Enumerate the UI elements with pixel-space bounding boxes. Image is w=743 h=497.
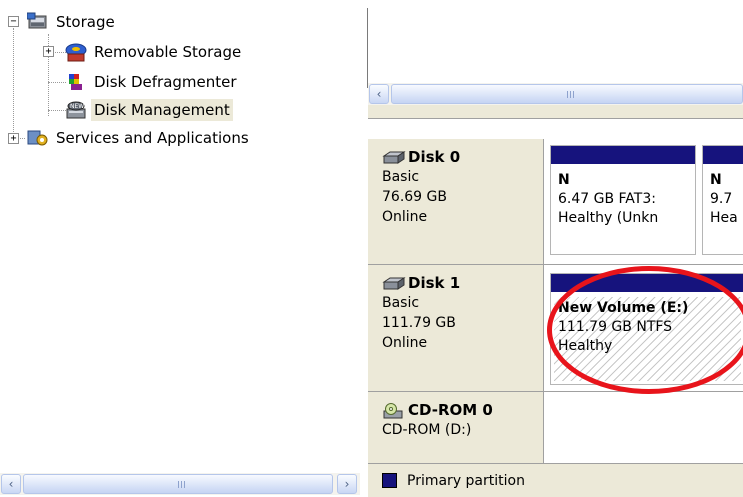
cdrom-info[interactable]: CD-ROM 0 CD-ROM (D:) bbox=[368, 392, 544, 464]
disk-row-1: Disk 1 Basic 111.79 GB Online New Volume… bbox=[368, 265, 743, 392]
services-and-applications-icon bbox=[27, 128, 49, 148]
scroll-right-button[interactable]: › bbox=[337, 474, 357, 494]
console-tree: − Storage + Removable Storage Disk Defra… bbox=[0, 0, 360, 497]
disk-status: Online bbox=[382, 209, 428, 225]
tree-node-label: Disk Defragmenter bbox=[94, 73, 237, 91]
partition-health: Healthy (Unkn bbox=[558, 210, 659, 226]
primary-partition-bar bbox=[703, 146, 743, 164]
hard-disk-icon bbox=[382, 150, 406, 164]
tree-connector bbox=[13, 28, 14, 138]
disk-management-icon: NEW bbox=[65, 100, 87, 120]
svg-text:NEW: NEW bbox=[70, 103, 84, 110]
partition-details: New Volume (E:) 111.79 GB NTFS Healthy bbox=[554, 297, 741, 381]
tree-node-disk-defragmenter[interactable]: Disk Defragmenter bbox=[65, 70, 240, 94]
cdrom-drive: CD-ROM (D:) bbox=[382, 422, 472, 438]
scrollbar-grip-icon bbox=[178, 481, 187, 488]
partition-title: N bbox=[558, 172, 570, 188]
disk-type: Basic bbox=[382, 169, 420, 185]
primary-partition-bar bbox=[551, 146, 695, 164]
disk-size: 76.69 GB bbox=[382, 189, 447, 205]
pane-splitter[interactable] bbox=[360, 0, 369, 497]
tree-connector bbox=[48, 82, 66, 83]
scroll-left-button[interactable]: ‹ bbox=[369, 84, 389, 104]
tree-node-label: Services and Applications bbox=[56, 129, 249, 147]
cd-rom-icon bbox=[382, 403, 406, 419]
legend-label: Primary partition bbox=[407, 472, 525, 489]
partition-title: N bbox=[710, 172, 722, 188]
volume-list bbox=[368, 0, 743, 83]
disk-defragmenter-icon bbox=[65, 72, 87, 92]
tree-node-disk-management[interactable]: NEW Disk Management bbox=[65, 98, 233, 122]
primary-partition-bar bbox=[551, 274, 743, 292]
hard-disk-icon bbox=[382, 276, 406, 290]
tree-node-label: Removable Storage bbox=[94, 43, 242, 61]
scroll-left-button[interactable]: ‹ bbox=[1, 474, 21, 494]
storage-icon bbox=[26, 12, 49, 32]
disk-type: Basic bbox=[382, 295, 420, 311]
scrollbar-thumb[interactable] bbox=[391, 84, 743, 104]
services-expand-toggle[interactable]: + bbox=[8, 133, 19, 144]
tree-node-label: Disk Management bbox=[91, 99, 233, 121]
disk-row-0: Disk 0 Basic 76.69 GB Online N 6.47 GB F… bbox=[368, 139, 743, 265]
volume-list-horizontal-scrollbar[interactable]: ‹ bbox=[368, 83, 743, 105]
tree-node-storage[interactable]: Storage bbox=[26, 10, 118, 34]
scrollbar-thumb[interactable] bbox=[23, 474, 333, 494]
disk-size: 111.79 GB bbox=[382, 315, 456, 331]
tree-connector bbox=[48, 110, 66, 111]
partition-block[interactable]: N 6.47 GB FAT3: Healthy (Unkn bbox=[550, 145, 696, 255]
disk-name-text: Disk 0 bbox=[408, 148, 461, 166]
cdrom-row: CD-ROM 0 CD-ROM (D:) bbox=[368, 392, 743, 464]
tree-node-label: Storage bbox=[56, 13, 115, 31]
storage-collapse-toggle[interactable]: − bbox=[8, 16, 19, 27]
cdrom-name: CD-ROM 0 bbox=[382, 400, 543, 420]
scrollbar-grip-icon bbox=[567, 91, 576, 98]
removable-storage-expand-toggle[interactable]: + bbox=[43, 46, 54, 57]
partition-health: Hea bbox=[710, 210, 738, 226]
disk-map: Disk 0 Basic 76.69 GB Online N 6.47 GB F… bbox=[368, 118, 743, 497]
partition-block[interactable]: N 9.7 Hea bbox=[702, 145, 743, 255]
legend: Primary partition bbox=[368, 463, 743, 497]
partition-details: N 6.47 GB FAT3: Healthy (Unkn bbox=[554, 169, 692, 251]
disk-name-text: Disk 1 bbox=[408, 274, 461, 292]
tree-node-services-and-applications[interactable]: Services and Applications bbox=[27, 126, 252, 150]
cdrom-name-text: CD-ROM 0 bbox=[408, 401, 493, 419]
disk-name: Disk 1 bbox=[382, 273, 543, 293]
disk-name: Disk 0 bbox=[382, 147, 543, 167]
disk-status: Online bbox=[382, 335, 428, 351]
disk-info-0[interactable]: Disk 0 Basic 76.69 GB Online bbox=[368, 139, 544, 264]
disk-management-pane: ‹ Disk 0 Basic 76.69 GB Online N 6.47 GB… bbox=[368, 0, 743, 497]
disk-info-1[interactable]: Disk 1 Basic 111.79 GB Online bbox=[368, 265, 544, 391]
partition-details: N 9.7 Hea bbox=[706, 169, 743, 251]
partition-size: 111.79 GB NTFS bbox=[558, 319, 673, 335]
partition-health: Healthy bbox=[558, 338, 613, 354]
primary-partition-swatch bbox=[382, 473, 397, 488]
partition-title: New Volume (E:) bbox=[558, 300, 689, 316]
partition-size: 9.7 bbox=[710, 191, 733, 207]
removable-storage-icon bbox=[65, 42, 87, 62]
tree-horizontal-scrollbar[interactable]: ‹ › bbox=[0, 473, 360, 495]
partition-block-new-volume[interactable]: New Volume (E:) 111.79 GB NTFS Healthy bbox=[550, 273, 743, 385]
partition-size: 6.47 GB FAT3: bbox=[558, 191, 656, 207]
tree-node-removable-storage[interactable]: Removable Storage bbox=[65, 40, 244, 64]
